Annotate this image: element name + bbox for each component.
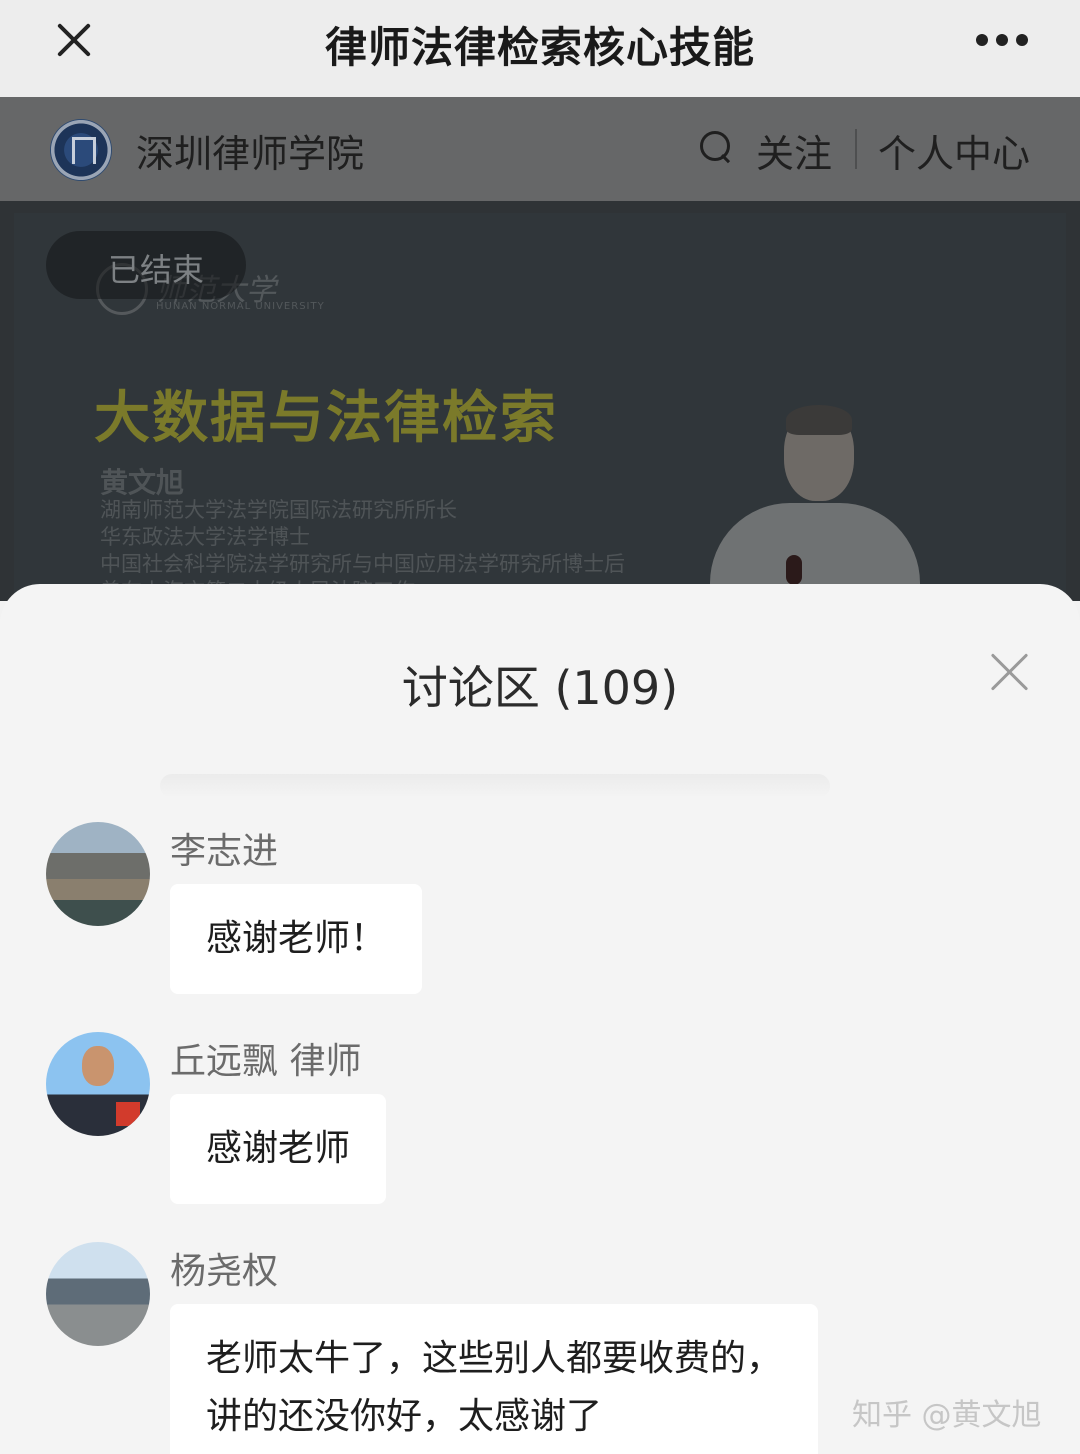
- avatar[interactable]: [46, 1242, 150, 1346]
- channel-bar: 深圳律师学院 关注 个人中心: [0, 97, 1080, 201]
- lecturer-name: 黄文旭: [100, 466, 185, 499]
- avatar[interactable]: [46, 822, 150, 926]
- comment-author: 李志进: [170, 831, 279, 872]
- avatar[interactable]: [46, 1032, 150, 1136]
- search-icon[interactable]: [698, 129, 734, 165]
- comment-bubble: 感谢老师: [170, 1094, 387, 1204]
- divider: [855, 129, 857, 169]
- top-nav-bar: 律师法律检索核心技能: [0, 0, 1080, 97]
- discussion-panel: 讨论区 (109) 李志进 感谢老师！ 丘远飘 律师 感谢老师 杨尧权 老师太牛…: [0, 584, 1080, 1454]
- comment-author: 丘远飘 律师: [170, 1041, 362, 1082]
- video-player[interactable]: 师范大学 HUNAN NORMAL UNIVERSITY 大数据与法律检索 黄文…: [0, 201, 1080, 601]
- profile-button[interactable]: 个人中心: [878, 123, 1030, 178]
- scroll-fade: [160, 774, 830, 798]
- credential-line: 湖南师范大学法学院国际法研究所所长: [100, 498, 457, 522]
- slide-title: 大数据与法律检索: [94, 386, 558, 451]
- channel-name: 深圳律师学院: [136, 132, 365, 176]
- more-icon[interactable]: [972, 22, 1032, 58]
- comment-bubble: 老师太牛了，这些别人都要收费的， 讲的还没你好，太感谢了: [170, 1304, 819, 1454]
- status-badge: 已结束: [46, 231, 246, 299]
- comment-author: 杨尧权: [170, 1251, 279, 1292]
- watermark: 知乎 @黄文旭: [852, 1398, 1042, 1433]
- credential-line: 华东政法大学法学博士: [100, 525, 310, 549]
- follow-button[interactable]: 关注: [756, 123, 832, 178]
- channel-logo: [50, 119, 112, 181]
- close-icon[interactable]: [50, 16, 98, 64]
- lecturer-figure: [710, 403, 920, 601]
- close-panel-icon[interactable]: [988, 650, 1032, 694]
- microphone-icon: [786, 555, 802, 585]
- discussion-title: 讨论区 (109): [401, 661, 679, 715]
- comment-bubble: 感谢老师！: [170, 884, 423, 994]
- page-title: 律师法律检索核心技能: [324, 23, 755, 72]
- status-badge-label: 已结束: [108, 251, 205, 289]
- credential-line: 中国社会科学院法学研究所与中国应用法学研究所博士后: [100, 552, 625, 576]
- university-subtitle: HUNAN NORMAL UNIVERSITY: [156, 301, 325, 312]
